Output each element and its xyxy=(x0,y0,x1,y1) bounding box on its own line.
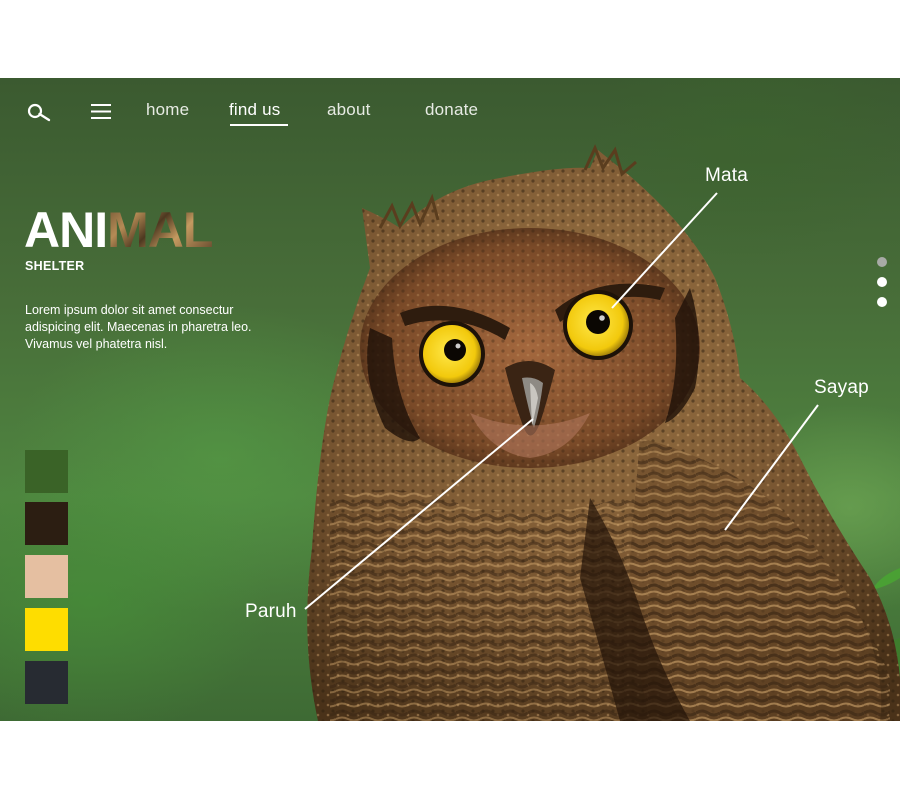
search-icon[interactable] xyxy=(27,102,53,129)
color-swatch xyxy=(25,555,68,598)
color-swatch xyxy=(25,450,68,493)
top-nav: home find us about donate xyxy=(0,78,900,148)
nav-home[interactable]: home xyxy=(146,100,189,120)
brand-title: ANIMAL xyxy=(24,202,213,258)
brand-title-textured: MAL xyxy=(107,202,213,258)
nav-about[interactable]: about xyxy=(327,100,371,120)
pager-dot[interactable] xyxy=(877,297,887,307)
active-nav-underline xyxy=(230,124,288,126)
nav-donate[interactable]: donate xyxy=(425,100,478,120)
brand-subtitle: SHELTER xyxy=(25,259,85,273)
owl-photo xyxy=(304,144,900,721)
hero-banner: home find us about donate ANIMAL SHELTER… xyxy=(0,78,900,721)
nav-find-us[interactable]: find us xyxy=(229,100,281,120)
description-text: Lorem ipsum dolor sit amet consectur adi… xyxy=(25,303,252,351)
pager-dot[interactable] xyxy=(877,257,887,267)
pager-dot[interactable] xyxy=(877,277,887,287)
color-swatch xyxy=(25,502,68,545)
brand-title-plain: ANI xyxy=(24,202,108,258)
label-sayap: Sayap xyxy=(814,377,869,398)
hamburger-menu-icon[interactable] xyxy=(91,103,111,125)
color-swatch xyxy=(25,661,68,704)
color-swatch xyxy=(25,608,68,651)
label-mata: Mata xyxy=(705,165,749,186)
label-paruh: Paruh xyxy=(245,601,297,622)
